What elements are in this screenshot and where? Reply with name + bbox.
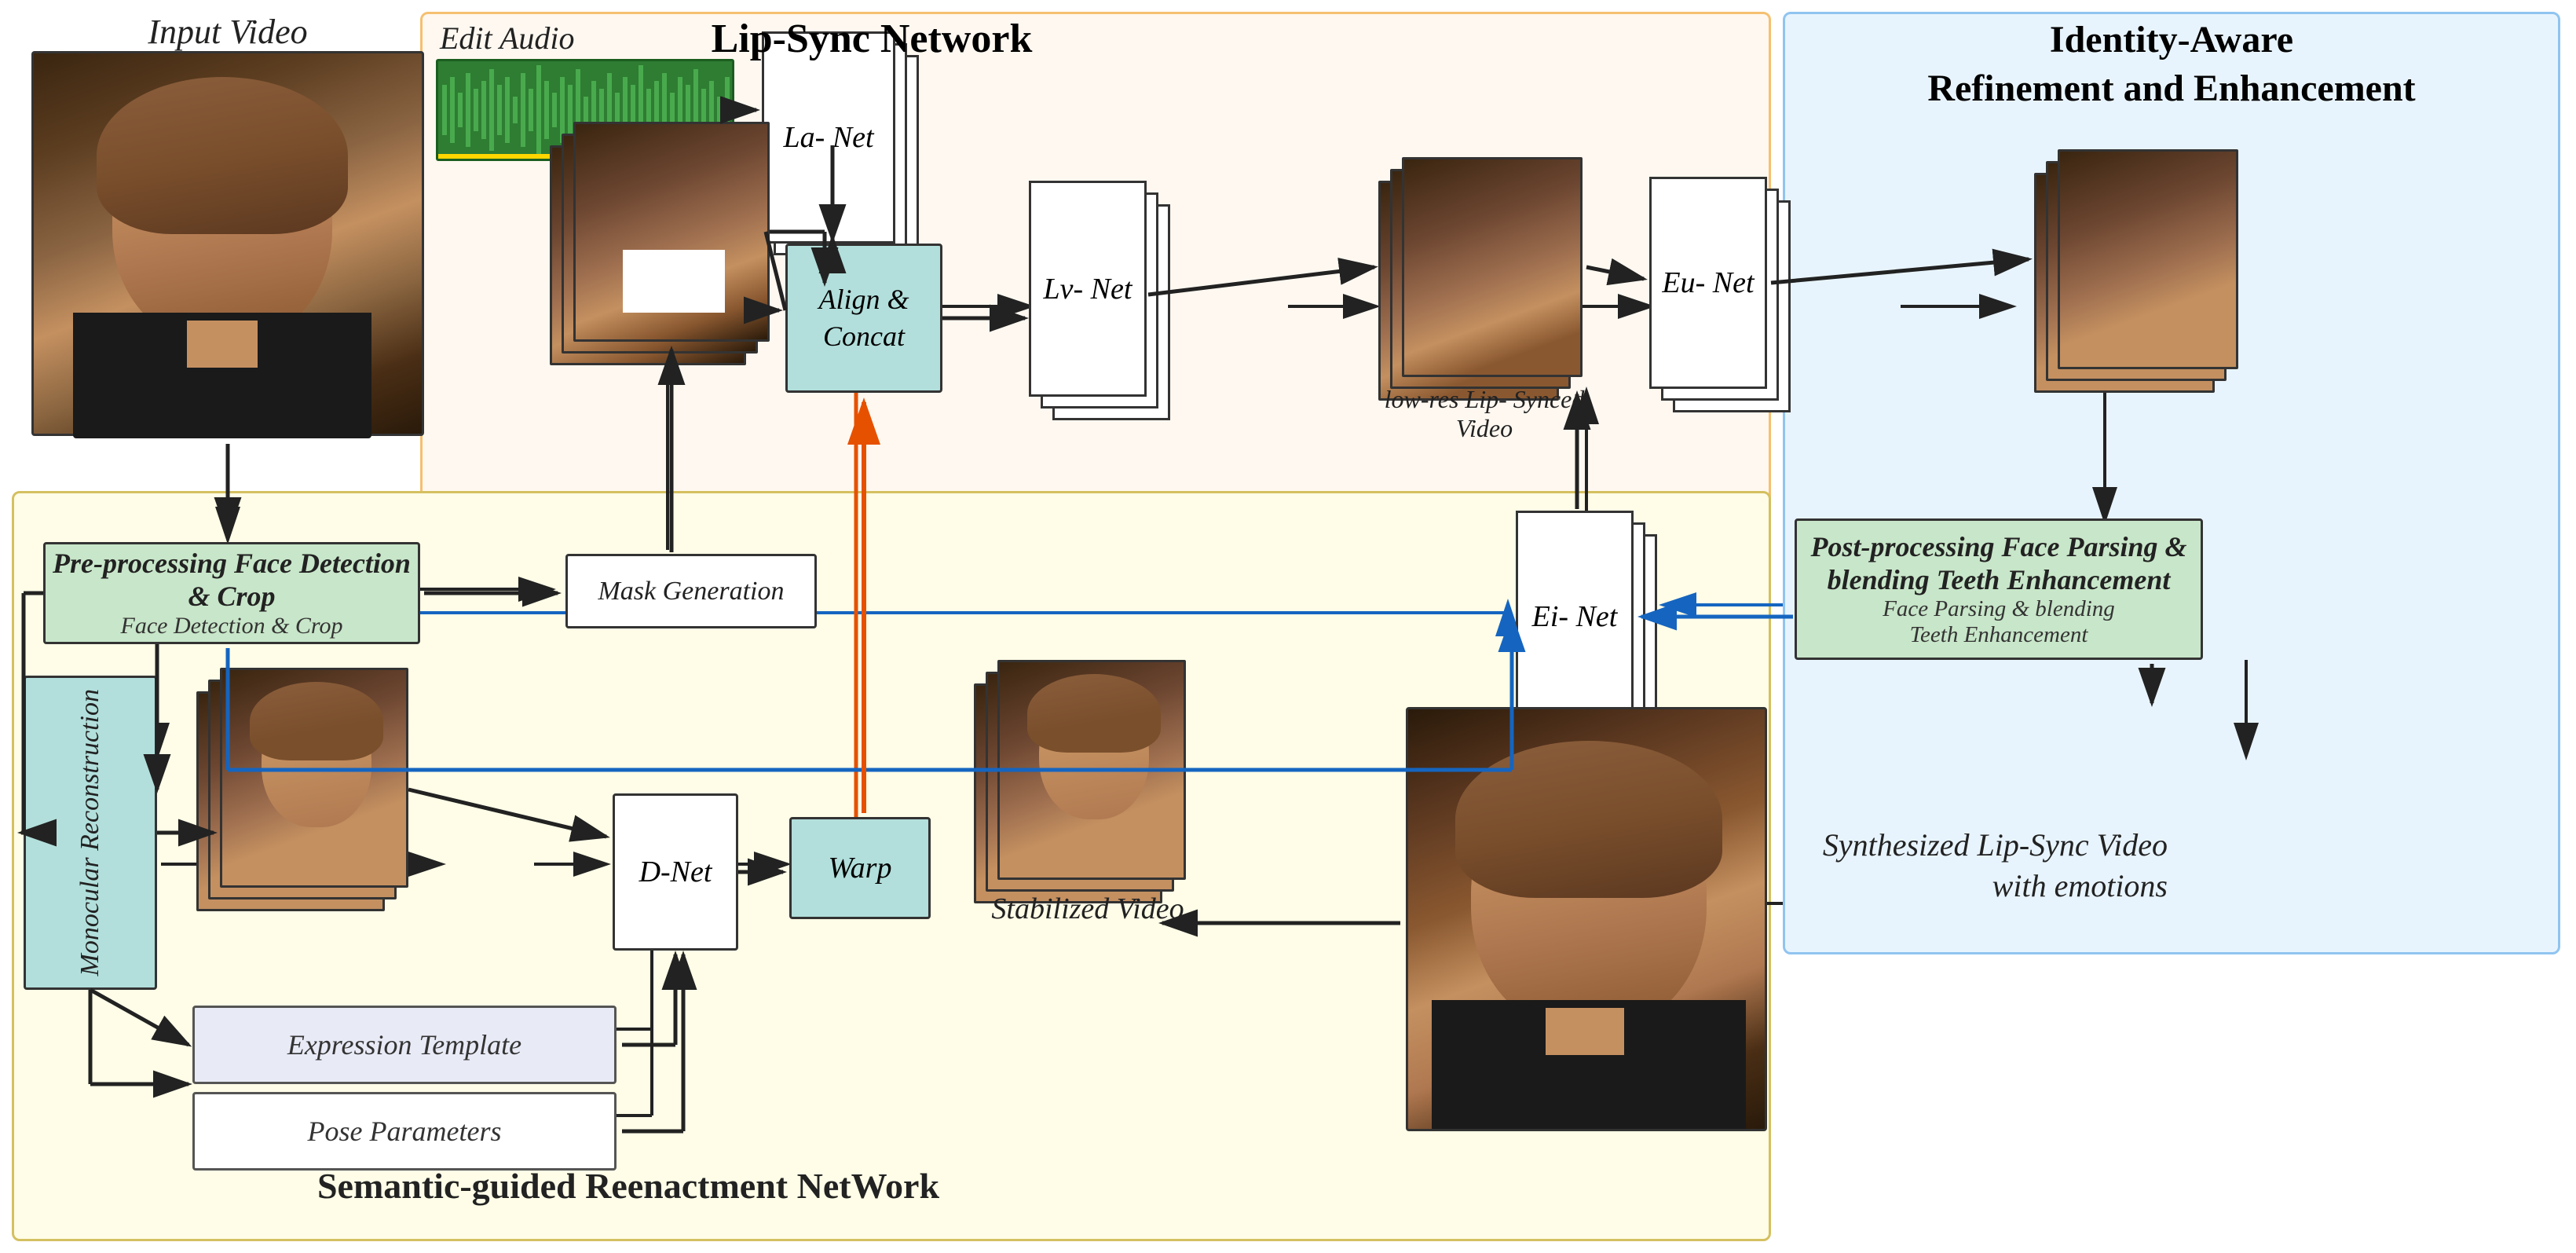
expression-template-box: Expression Template [192, 1006, 617, 1084]
diagram-container: { "title": "Lip-Sync Network Architectur… [0, 0, 2576, 1253]
face-frames-stack [573, 122, 770, 342]
input-video-frame [31, 51, 424, 436]
la-net-box: La- Net [762, 31, 895, 244]
mask-generation-box: Mask Generation [565, 554, 817, 628]
low-res-label: low-res Lip- Synced Video [1378, 385, 1590, 443]
synthesized-label: Synthesized Lip-Sync Video with emotions [1791, 825, 2168, 907]
monocular-reconstruction-box: Monocular Reconstruction [24, 676, 157, 990]
d-net-box: D-Net [613, 793, 738, 951]
semantic-guided-title: Semantic-guided Reenactment NetWork [314, 1163, 942, 1210]
align-concat-box: Align & Concat [785, 244, 942, 393]
identity-aware-title: Identity-AwareRefinement and Enhancement [1787, 16, 2556, 114]
stabilized-face-stack [997, 660, 1186, 880]
lv-net-output-face [1402, 157, 1583, 377]
input-video-label: Input Video [63, 12, 393, 52]
lv-net-box: Lv- Net [1029, 181, 1147, 397]
synthesized-face-large [1406, 707, 1767, 1131]
lip-sync-title: Lip-Sync Network [597, 16, 1147, 62]
stabilized-video-label: Stabilized Video [970, 892, 1206, 926]
eu-net-output-face [2058, 149, 2238, 369]
pose-parameters-box: Pose Parameters [192, 1092, 617, 1171]
pre-processing-box: Pre-processing Face Detection & Crop Fac… [43, 542, 420, 644]
ei-net-box: Ei- Net [1516, 511, 1634, 723]
eu-net-box: Eu- Net [1649, 177, 1767, 389]
post-processing-box: Post-processing Face Parsing & blending … [1795, 518, 2203, 660]
edit-audio-label: Edit Audio [440, 20, 574, 57]
bottom-face-stack [220, 668, 408, 888]
warp-box: Warp [789, 817, 931, 919]
